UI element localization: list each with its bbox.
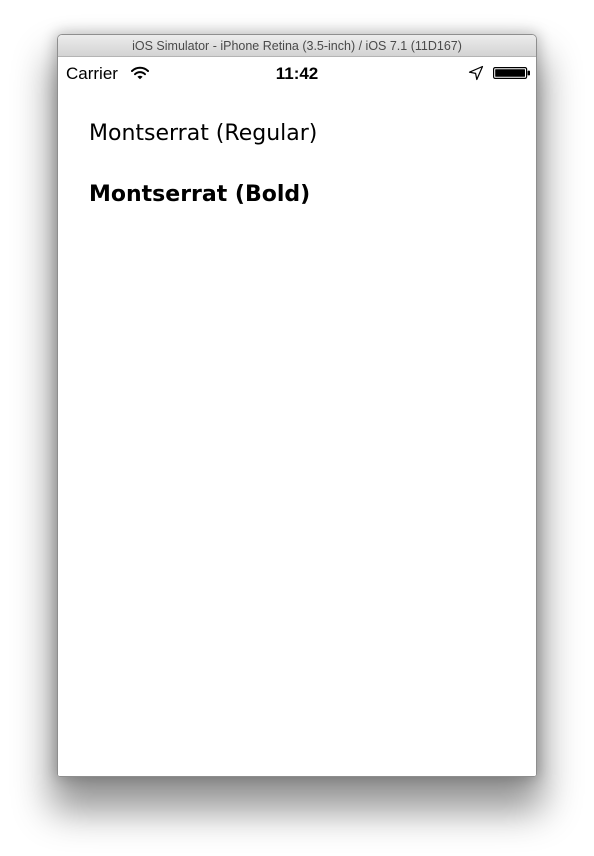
montserrat-bold-label: Montserrat (Bold) bbox=[89, 182, 311, 207]
battery-icon bbox=[493, 67, 530, 79]
status-time: 11:42 bbox=[275, 64, 319, 83]
window-title: iOS Simulator - iPhone Retina (3.5-inch)… bbox=[132, 39, 462, 53]
location-arrow-icon bbox=[468, 65, 484, 81]
montserrat-regular-label: Montserrat (Regular) bbox=[89, 121, 318, 146]
simulator-window: iOS Simulator - iPhone Retina (3.5-inch)… bbox=[57, 34, 537, 777]
device-screen: Carrier 11:42 Montserrat (Regular) Monts… bbox=[58, 57, 536, 776]
window-titlebar[interactable]: iOS Simulator - iPhone Retina (3.5-inch)… bbox=[58, 35, 536, 57]
page: iOS Simulator - iPhone Retina (3.5-inch)… bbox=[0, 0, 594, 856]
status-bar: Carrier 11:42 bbox=[58, 57, 536, 93]
